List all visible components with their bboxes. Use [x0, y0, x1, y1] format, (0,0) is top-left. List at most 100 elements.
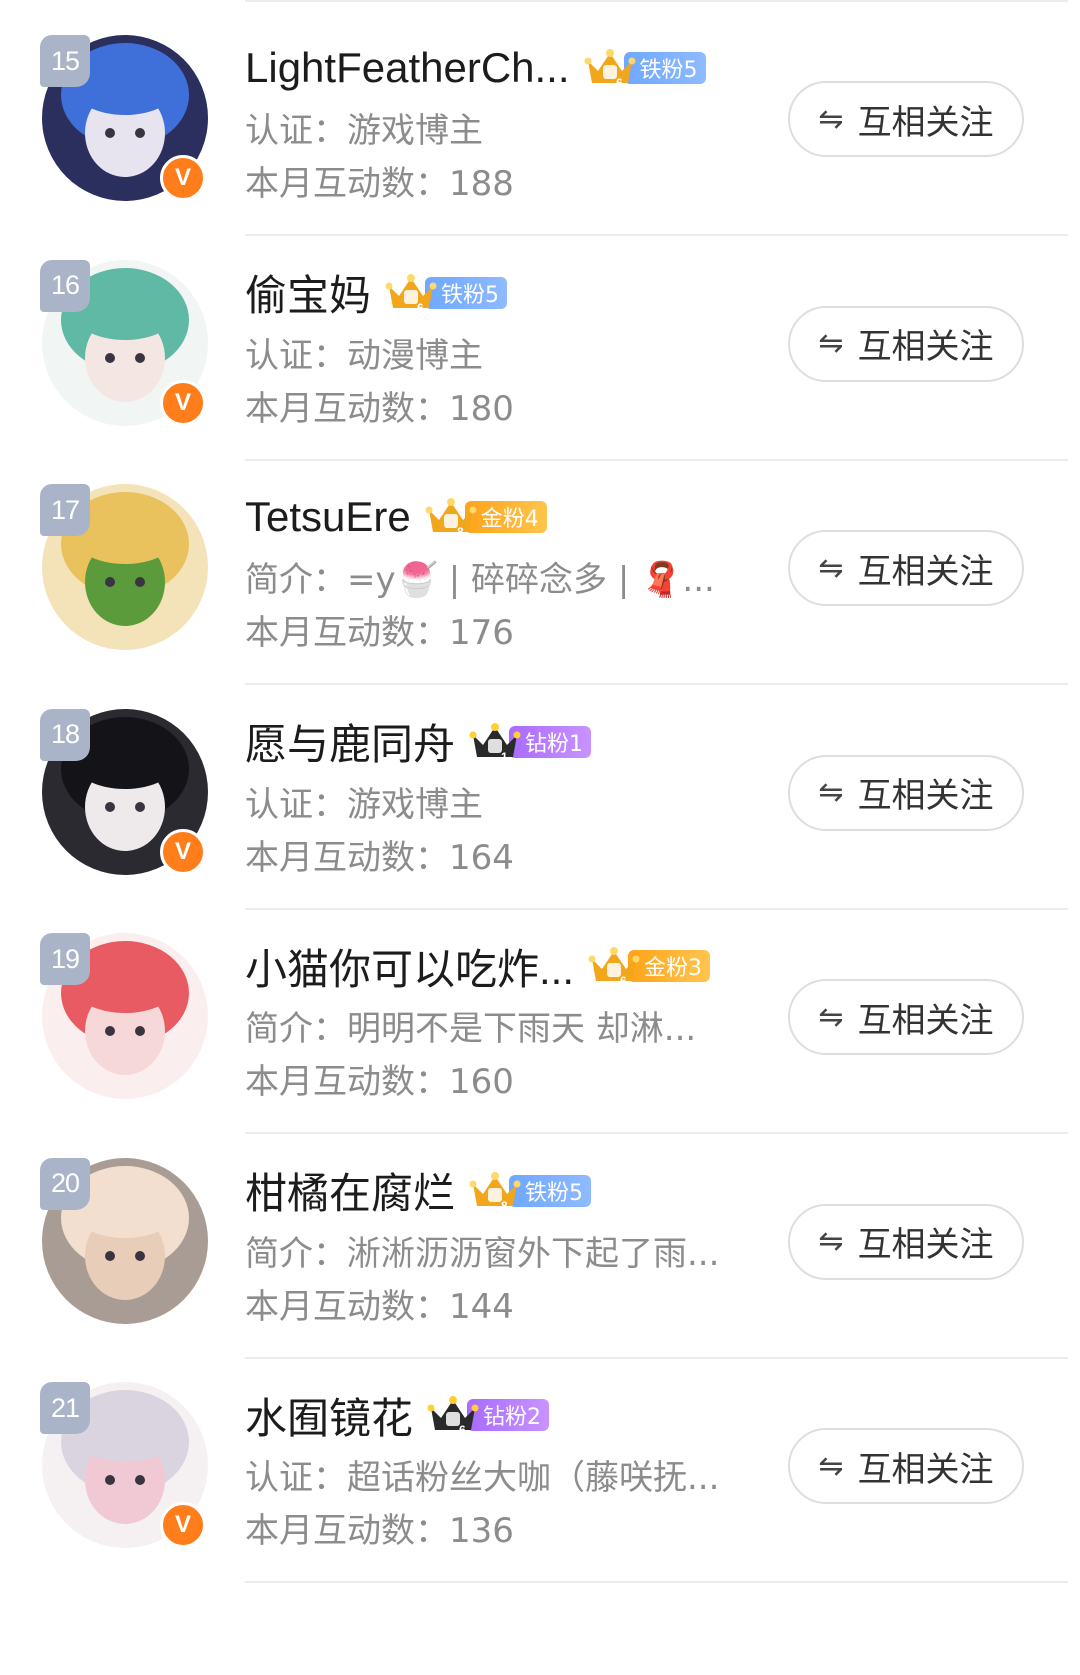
avatar-container[interactable]: 21 V	[40, 1382, 208, 1548]
stat-label: 本月互动数：	[245, 1511, 449, 1551]
mutual-follow-button[interactable]: ⇋ 互相关注	[788, 530, 1024, 606]
svg-text:6: 6	[417, 301, 424, 314]
monthly-interactions: 本月互动数：136	[245, 1503, 514, 1552]
name-line: 愿与鹿同舟 1 钻粉1	[245, 711, 592, 772]
fan-badge[interactable]: 8 铁粉5	[469, 1171, 592, 1212]
mutual-follow-label: 互相关注	[857, 1000, 994, 1041]
swap-arrows-icon: ⇋	[818, 1448, 844, 1484]
mutual-follow-button[interactable]: ⇋ 互相关注	[788, 754, 1024, 831]
svg-text:8: 8	[501, 1199, 508, 1212]
stat-value: 144	[449, 1286, 514, 1327]
stat-label: 本月互动数：	[245, 388, 449, 429]
fan-badge[interactable]: 6 铁粉5	[584, 48, 706, 89]
swap-arrows-icon: ⇋	[818, 326, 844, 361]
fan-badge[interactable]: 6 钻粉2	[427, 1395, 550, 1436]
monthly-interactions: 本月互动数：144	[245, 1279, 514, 1328]
mutual-follow-button[interactable]: ⇋ 互相关注	[788, 1428, 1024, 1504]
svg-text:6: 6	[620, 974, 627, 987]
user-description: 简介：淅淅沥沥窗外下起了雨...	[245, 1233, 720, 1274]
crown-icon: 1	[469, 722, 521, 763]
stat-value: 160	[449, 1062, 514, 1102]
fan-level-label: 钻粉1	[509, 725, 592, 758]
name-line: 柑橘在腐烂 8 铁粉5	[245, 1160, 592, 1221]
avatar-container[interactable]: 16 V	[40, 259, 208, 426]
list-item[interactable]: 15 V LightFeatherCh... 6 铁粉5 认证：游戏博主 本月互…	[0, 0, 1080, 236]
svg-text:1: 1	[501, 750, 508, 763]
stat-label: 本月互动数：	[245, 1286, 449, 1327]
rank-badge: 20	[40, 1157, 90, 1210]
list-item[interactable]: 16 V 偷宝妈 6 铁粉5 认证：动漫博主 本月互动数：180 ⇋ 互相关注	[0, 225, 1080, 461]
fan-level-label: 铁粉5	[425, 276, 508, 309]
mutual-follow-label: 互相关注	[857, 102, 994, 143]
user-name[interactable]: TetsuEre	[245, 493, 411, 541]
list-item[interactable]: 19 小猫你可以吃炸... 6 金粉3 简介：明明不是下雨天 却淋... 本月互…	[0, 898, 1080, 1134]
stat-value: 180	[449, 388, 514, 429]
user-name[interactable]: 柑橘在腐烂	[245, 1160, 455, 1221]
stat-label: 本月互动数：	[245, 613, 449, 653]
list-item[interactable]: 20 柑橘在腐烂 8 铁粉5 简介：淅淅沥沥窗外下起了雨... 本月互动数：14…	[0, 1123, 1080, 1359]
stat-label: 本月互动数：	[245, 1062, 449, 1102]
list-item[interactable]: 17 TetsuEre 8 金粉4 简介：=y🍧 | 碎碎念多 | 🧣... 本…	[0, 449, 1080, 685]
user-name[interactable]: LightFeatherCh...	[245, 44, 570, 92]
user-description: 认证：动漫博主	[245, 335, 483, 376]
fan-badge[interactable]: 8 金粉4	[425, 497, 547, 538]
stat-value: 188	[449, 164, 514, 204]
fan-level-label: 铁粉5	[509, 1174, 592, 1207]
mutual-follow-button[interactable]: ⇋ 互相关注	[788, 305, 1024, 382]
list-item[interactable]: 18 V 愿与鹿同舟 1 钻粉1 认证：游戏博主 本月互动数：164 ⇋ 互相关…	[0, 674, 1080, 910]
mutual-follow-button[interactable]: ⇋ 互相关注	[788, 979, 1024, 1055]
swap-arrows-icon: ⇋	[818, 550, 844, 586]
avatar-container[interactable]: 19	[40, 933, 208, 1099]
user-name[interactable]: 偷宝妈	[245, 262, 371, 323]
swap-arrows-icon: ⇋	[818, 999, 844, 1035]
monthly-interactions: 本月互动数：164	[245, 830, 514, 879]
stat-value: 164	[449, 837, 514, 878]
swap-arrows-icon: ⇋	[818, 775, 844, 810]
stat-value: 176	[449, 613, 514, 653]
stat-label: 本月互动数：	[245, 164, 449, 204]
stat-value: 136	[449, 1511, 514, 1551]
user-name[interactable]: 小猫你可以吃炸...	[245, 936, 574, 997]
verified-v-icon: V	[160, 1502, 206, 1548]
fan-level-label: 铁粉5	[623, 52, 706, 84]
list-item[interactable]: 21 V 水囿镜花 6 钻粉2 认证：超话粉丝大咖（藤咲抚... 本月互动数：1…	[0, 1347, 1080, 1583]
fan-level-label: 金粉4	[464, 501, 547, 533]
user-description: 认证：游戏博主	[245, 784, 483, 825]
swap-arrows-icon: ⇋	[818, 101, 844, 137]
name-line: 小猫你可以吃炸... 6 金粉3	[245, 936, 711, 997]
name-line: 偷宝妈 6 铁粉5	[245, 262, 508, 323]
name-line: LightFeatherCh... 6 铁粉5	[245, 40, 706, 96]
mutual-follow-label: 互相关注	[857, 1225, 994, 1265]
svg-text:8: 8	[457, 525, 464, 538]
fan-badge[interactable]: 1 钻粉1	[469, 722, 592, 763]
user-description: 认证：超话粉丝大咖（藤咲抚...	[245, 1458, 720, 1498]
avatar-container[interactable]: 18 V	[40, 708, 208, 875]
rank-badge: 21	[40, 1382, 90, 1434]
user-description: 认证：游戏博主	[245, 111, 483, 151]
svg-text:6: 6	[459, 1423, 466, 1436]
crown-icon: 6	[588, 947, 640, 987]
avatar-container[interactable]: 15 V	[40, 35, 208, 201]
rank-badge: 18	[40, 708, 90, 761]
mutual-follow-label: 互相关注	[857, 551, 994, 592]
user-name[interactable]: 愿与鹿同舟	[245, 711, 455, 772]
fan-badge[interactable]: 6 金粉3	[588, 946, 711, 987]
crown-icon: 8	[425, 498, 477, 538]
mutual-follow-button[interactable]: ⇋ 互相关注	[788, 81, 1024, 157]
user-description: 简介：=y🍧 | 碎碎念多 | 🧣...	[245, 560, 715, 600]
mutual-follow-label: 互相关注	[857, 1449, 994, 1490]
verified-v-icon: V	[160, 155, 206, 201]
name-line: 水囿镜花 6 钻粉2	[245, 1385, 550, 1446]
monthly-interactions: 本月互动数：176	[245, 605, 514, 654]
verified-v-icon: V	[160, 828, 206, 875]
verified-v-icon: V	[160, 379, 206, 426]
avatar-container[interactable]: 17	[40, 484, 208, 650]
fan-badge[interactable]: 6 铁粉5	[385, 273, 508, 314]
mutual-follow-button[interactable]: ⇋ 互相关注	[788, 1203, 1024, 1280]
crown-icon: 6	[584, 49, 636, 89]
rank-badge: 17	[40, 484, 90, 536]
rank-badge: 19	[40, 933, 90, 985]
avatar-container[interactable]: 20	[40, 1157, 208, 1324]
user-name[interactable]: 水囿镜花	[245, 1385, 413, 1446]
monthly-interactions: 本月互动数：180	[245, 381, 514, 430]
